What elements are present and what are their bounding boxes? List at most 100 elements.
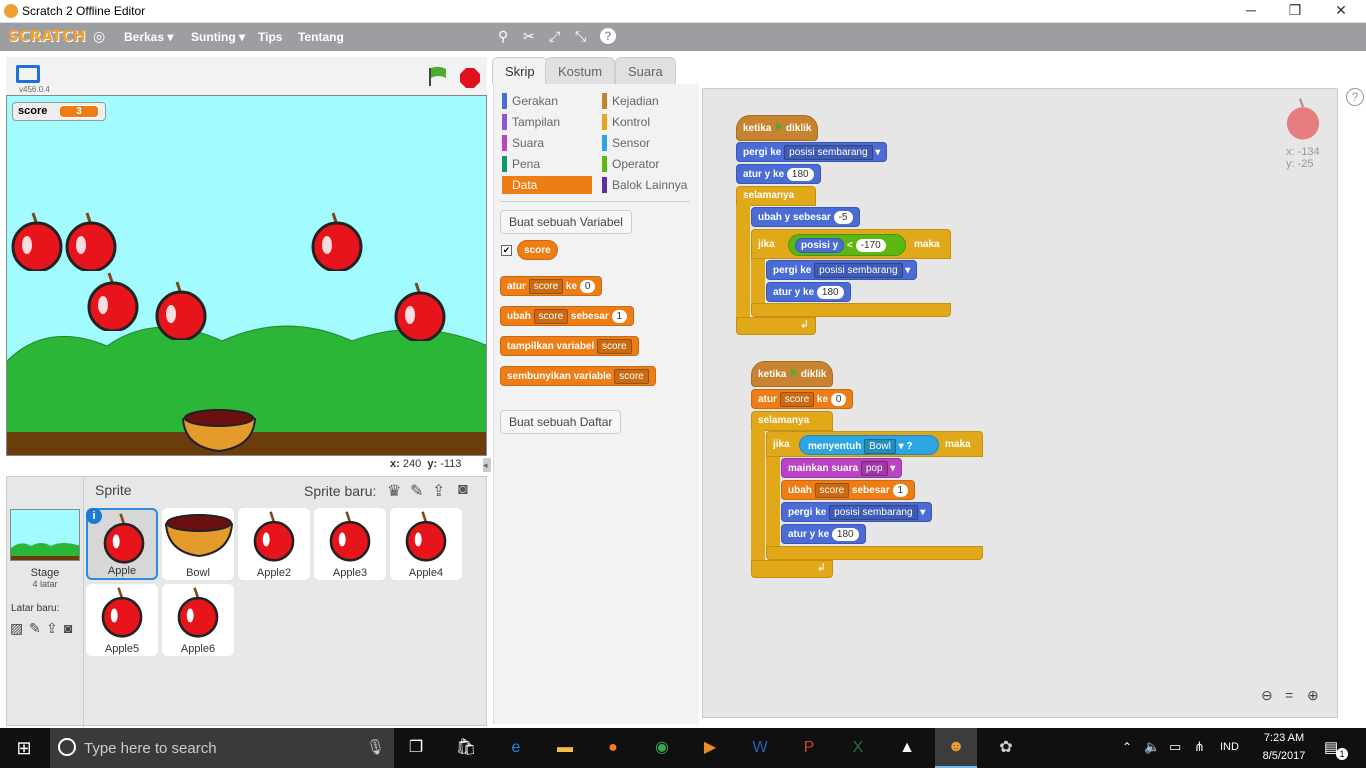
scratch-logo[interactable]: SCRATCH [8,27,86,45]
set-y-block[interactable]: atur y ke 180 [766,282,851,302]
tab-scripts[interactable]: Skrip [492,57,548,84]
edge-icon[interactable]: e [502,734,530,762]
apple-sprite[interactable] [83,271,143,331]
minimize-button[interactable]: ─ [1236,2,1266,18]
help-icon[interactable]: ? [1346,88,1364,106]
category-sound[interactable]: Suara [502,134,544,152]
category-motion[interactable]: Gerakan [502,92,558,110]
sprite-thumb-bowl[interactable]: Bowl [162,508,234,580]
make-variable-button[interactable]: Buat sebuah Variabel [500,210,632,234]
forever-block[interactable]: selamanya [751,411,833,431]
category-data[interactable]: Data [502,176,592,194]
paint-brush-icon[interactable]: ✎ [410,481,423,501]
variable-reporter[interactable]: score [517,240,558,260]
powerpoint-icon[interactable]: P [795,734,823,762]
apple-sprite[interactable] [61,211,121,271]
menu-tips[interactable]: Tips [258,30,282,44]
zoom-in-icon[interactable]: ⊕ [1307,687,1319,704]
sprite-thumb-apple6[interactable]: Apple6 [162,584,234,656]
apple-sprite[interactable] [7,211,67,271]
sprite-thumb-apple3[interactable]: Apple3 [314,508,386,580]
set-variable-block[interactable]: atur score ke 0 [500,276,603,296]
clock-date[interactable]: 8/5/2017 [1254,750,1314,762]
battery-icon[interactable]: ▭ [1169,739,1181,755]
sprite-thumb-apple[interactable]: i Apple [86,508,158,580]
green-flag-icon[interactable] [426,65,448,92]
camera-icon[interactable]: ◙ [458,481,468,499]
tab-costumes[interactable]: Kostum [545,57,616,84]
set-y-block[interactable]: atur y ke 180 [781,524,866,544]
hide-variable-block[interactable]: sembunyikan variable score [500,366,656,386]
stage[interactable]: score 3 [6,95,487,456]
app-taskbar-icon[interactable]: ✿ [992,734,1020,762]
duplicate-stamp-icon[interactable]: ⚲ [498,28,508,45]
change-variable-block[interactable]: ubah score sebesar 1 [500,306,635,326]
menu-about[interactable]: Tentang [298,30,344,44]
word-icon[interactable]: W [746,734,774,762]
shrink-icon[interactable]: ⤡ [575,28,586,45]
category-looks[interactable]: Tampilan [502,113,560,131]
show-variable-block[interactable]: tampilkan variabel score [500,336,639,356]
apple-sprite[interactable] [390,281,450,341]
category-events[interactable]: Kejadian [602,92,659,110]
volume-icon[interactable]: 🔈 [1144,739,1160,755]
microphone-icon[interactable]: 🎙 [366,738,385,756]
maximize-button[interactable]: ❐ [1280,2,1310,19]
backdrop-library-icon[interactable]: ▨ [10,620,23,637]
go-to-block[interactable]: pergi ke posisi sembarang ▾ [781,502,933,522]
category-operators[interactable]: Operator [602,155,659,173]
tab-sounds[interactable]: Suara [615,57,676,84]
go-to-block[interactable]: pergi ke posisi sembarang ▾ [766,260,918,280]
windows-start-icon[interactable]: ⊞ [10,734,38,762]
category-sensing[interactable]: Sensor [602,134,650,152]
play-sound-block[interactable]: mainkan suara pop ▾ [781,458,903,478]
category-more-blocks[interactable]: Balok Lainnya [602,176,687,194]
file-explorer-icon[interactable]: ▬ [551,734,579,762]
excel-icon[interactable]: X [844,734,872,762]
menu-file[interactable]: Berkas ▾ [124,30,173,44]
set-y-block[interactable]: atur y ke 180 [736,164,821,184]
zoom-reset-icon[interactable]: = [1285,687,1293,703]
sprite-thumb-apple2[interactable]: Apple2 [238,508,310,580]
bowl-sprite[interactable] [181,407,257,455]
grow-icon[interactable]: ⤢ [549,28,560,45]
category-control[interactable]: Kontrol [602,113,650,131]
tray-chevron-icon[interactable]: ⌃ [1122,740,1132,754]
category-pen[interactable]: Pena [502,155,540,173]
forever-block[interactable]: selamanya [736,186,816,206]
task-view-icon[interactable]: ❐ [402,734,430,762]
less-than-operator[interactable]: posisi y < -170 [788,234,906,256]
photos-icon[interactable]: ▲ [893,734,921,762]
firefox-icon[interactable]: ● [599,734,627,762]
info-icon[interactable]: i [86,508,102,524]
chrome-icon[interactable]: ◉ [648,734,676,762]
network-icon[interactable]: ⋔ [1194,739,1205,755]
stop-icon[interactable] [459,67,481,94]
variable-checkbox[interactable]: ✔ [501,245,512,256]
media-player-icon[interactable]: ▶ [696,734,724,762]
globe-icon[interactable]: ◎ [93,28,105,45]
score-monitor[interactable]: score 3 [12,102,106,121]
zoom-out-icon[interactable]: ⊖ [1261,687,1273,704]
sprite-thumb-apple5[interactable]: Apple5 [86,584,158,656]
language-indicator[interactable]: IND [1220,741,1239,753]
menu-edit[interactable]: Sunting ▾ [191,30,245,44]
script-area[interactable]: ketika ⚑ diklik pergi ke posisi sembaran… [702,88,1338,718]
search-box[interactable]: Type here to search 🎙 [50,728,394,768]
scratch-taskbar-icon[interactable]: ☻ [935,728,977,768]
touching-sensor[interactable]: menyentuh Bowl ▾ ? [799,435,939,455]
clock-time[interactable]: 7:23 AM [1254,732,1314,744]
camera-backdrop-icon[interactable]: ◙ [64,620,72,636]
upload-backdrop-icon[interactable]: ⇪ [46,620,58,637]
change-variable-block[interactable]: ubah score sebesar 1 [781,480,916,500]
fullscreen-icon[interactable] [16,65,40,83]
when-flag-clicked-block[interactable]: ketika ⚑ diklik [751,361,834,387]
sprite-thumb-apple4[interactable]: Apple4 [390,508,462,580]
when-flag-clicked-block[interactable]: ketika ⚑ diklik [736,115,819,141]
if-block[interactable]: jika menyentuh Bowl ▾ ? maka [766,431,983,457]
apple-sprite[interactable] [307,211,367,271]
close-button[interactable]: ✕ [1326,2,1356,19]
delete-scissors-icon[interactable]: ✂ [523,28,535,45]
if-block[interactable]: jika posisi y < -170 maka [751,229,951,259]
sprite-library-icon[interactable]: ♛ [387,481,401,501]
